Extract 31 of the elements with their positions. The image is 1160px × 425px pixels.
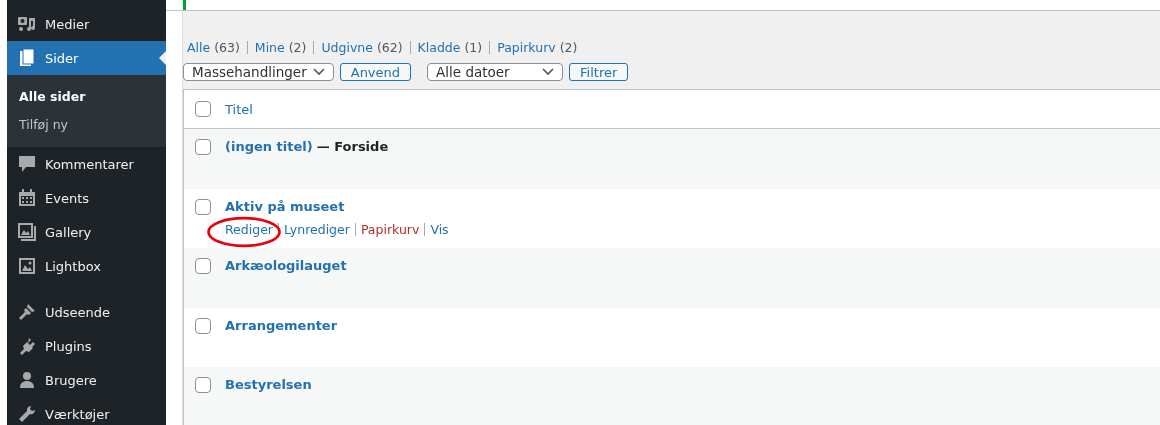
filter-button[interactable]: Filtrer [569, 63, 629, 81]
page-state-label: — Forside [316, 138, 389, 156]
title-column-header[interactable]: Titel [225, 101, 253, 117]
page-title-link[interactable]: Arrangementer [225, 315, 338, 336]
menu-item[interactable]: Brugere [7, 363, 166, 397]
submenu-item[interactable]: Alle sider [7, 83, 166, 111]
apply-button[interactable]: Anvend [339, 63, 412, 81]
menu-item[interactable]: Plugins [7, 329, 166, 363]
menu-item[interactable]: Sider [7, 41, 166, 75]
filter-link[interactable]: Mine (2) [254, 40, 307, 55]
page-title-link[interactable]: Arkæologilauget [225, 256, 347, 276]
row-action-link[interactable]: Lynrediger [284, 221, 350, 237]
menu-item[interactable]: Udseende [7, 295, 166, 329]
submenu-item[interactable]: Tilføj ny [7, 111, 166, 139]
menu-item[interactable]: Gallery [7, 215, 166, 249]
menu-item[interactable]: Værktøjer [7, 397, 166, 425]
date-select[interactable]: Alle datoer [427, 63, 564, 81]
filter-link[interactable]: Kladde (1) [417, 40, 483, 55]
menu-item[interactable]: Events [7, 181, 166, 215]
trash-link[interactable]: Papirkurv [360, 221, 420, 237]
filter-link[interactable]: Alle (63) [187, 40, 240, 55]
menu-item[interactable]: Lightbox [7, 249, 166, 283]
menu-item[interactable]: Medier [7, 7, 166, 41]
page-title-link[interactable]: Bestyrelsen [225, 375, 312, 395]
row-action-link[interactable]: Vis [430, 221, 449, 237]
menu-item[interactable]: Kommentarer [7, 147, 166, 181]
filter-link[interactable]: Papirkurv (2) [497, 40, 578, 55]
page-title-link[interactable]: Aktiv på museet [225, 196, 345, 217]
bulk-actions-select[interactable]: Massehandlinger [183, 63, 334, 81]
filter-link[interactable]: Udgivne (62) [321, 40, 403, 55]
page-title-link[interactable]: (ingen titel) [225, 137, 313, 157]
